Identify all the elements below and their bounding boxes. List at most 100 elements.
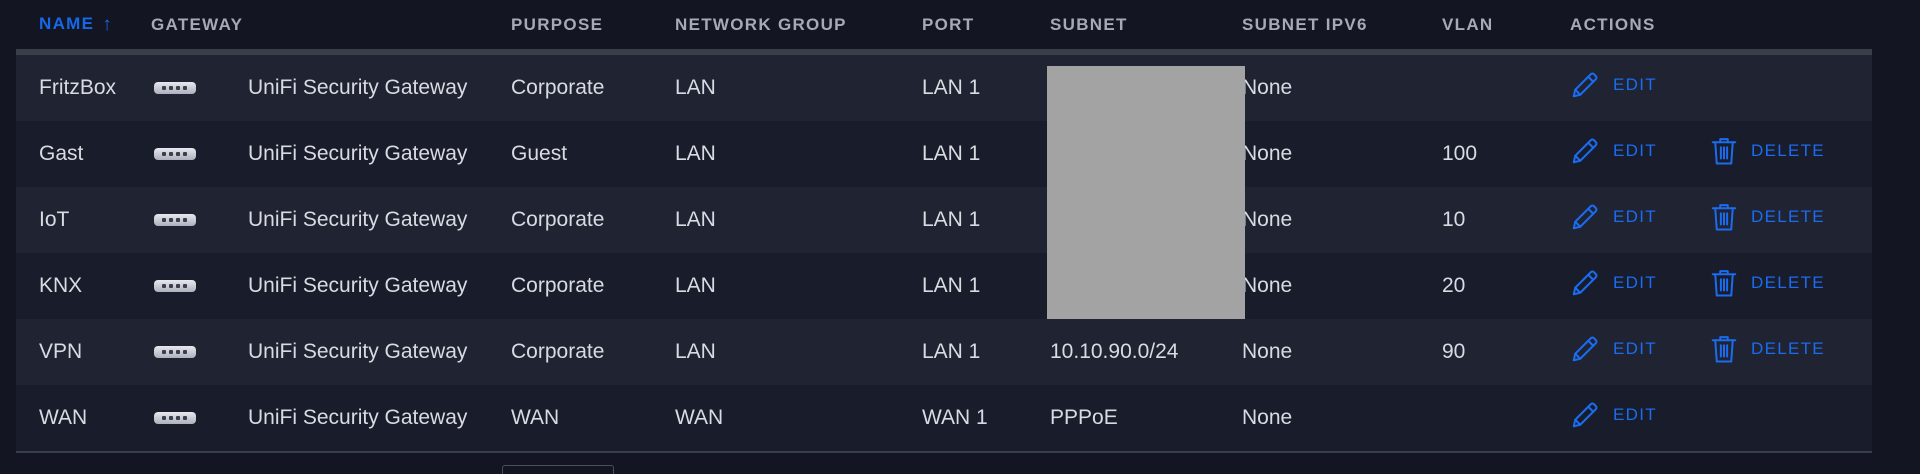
cell-vlan: 20 (1442, 253, 1570, 319)
column-header-port[interactable]: PORT (922, 0, 1050, 55)
cell-name: KNX (16, 253, 151, 319)
gateway-label: UniFi Security Gateway (248, 76, 468, 100)
trash-icon (1710, 136, 1738, 166)
cell-actions: EDIT DELETE (1570, 253, 1872, 319)
cell-vlan (1442, 52, 1570, 121)
cell-vlan: 10 (1442, 187, 1570, 253)
subnet-redaction-block (1047, 66, 1245, 319)
column-header-vlan[interactable]: VLAN (1442, 0, 1570, 55)
pencil-icon (1570, 70, 1600, 100)
cell-purpose: Guest (511, 121, 675, 187)
column-header-subnet-ipv6-label: SUBNET IPV6 (1242, 14, 1368, 34)
pencil-icon (1570, 136, 1600, 166)
pencil-icon (1570, 202, 1600, 232)
edit-button[interactable]: EDIT (1570, 202, 1657, 232)
table-row[interactable]: WAN UniFi Security Gateway WAN WAN WAN 1 PPPo… (16, 385, 1872, 453)
cell-actions: EDIT DELETE (1570, 319, 1872, 385)
cell-network-group: LAN (675, 319, 922, 385)
column-header-actions: ACTIONS (1570, 0, 1872, 55)
edit-button[interactable]: EDIT (1570, 268, 1657, 298)
column-header-network-group[interactable]: NETWORK GROUP (675, 0, 922, 55)
column-header-vlan-label: VLAN (1442, 14, 1494, 34)
cell-actions: EDIT (1570, 52, 1872, 121)
cell-actions: EDIT (1570, 385, 1872, 453)
cell-network-group: LAN (675, 253, 922, 319)
cell-gateway: UniFi Security Gateway (151, 121, 511, 187)
column-header-purpose-label: PURPOSE (511, 14, 604, 34)
cell-name: WAN (16, 385, 151, 453)
edit-button-label: EDIT (1613, 141, 1657, 160)
table-header-row: NAME ↑ GATEWAY PURPOSE NETWORK GROUP PORT… (16, 0, 1872, 55)
column-header-name[interactable]: NAME ↑ (16, 0, 151, 55)
cell-name: Gast (16, 121, 151, 187)
table-row[interactable]: IoT UniFi Security Gateway Corporate LAN LAN… (16, 187, 1872, 253)
cell-purpose: WAN (511, 385, 675, 453)
cell-subnet-ipv6: None (1242, 121, 1442, 187)
delete-button[interactable]: DELETE (1710, 136, 1825, 166)
delete-button-label: DELETE (1751, 339, 1825, 358)
trash-icon (1710, 334, 1738, 364)
cell-actions: EDIT DELETE (1570, 121, 1872, 187)
delete-button[interactable]: DELETE (1710, 268, 1825, 298)
column-header-subnet-label: SUBNET (1050, 14, 1128, 34)
edit-button[interactable]: EDIT (1570, 70, 1657, 100)
cell-vlan: 100 (1442, 121, 1570, 187)
cell-network-group: WAN (675, 385, 922, 453)
cell-subnet: PPPoE (1050, 385, 1242, 453)
delete-button[interactable]: DELETE (1710, 202, 1825, 232)
edit-button-label: EDIT (1613, 273, 1657, 292)
cell-port: LAN 1 (922, 121, 1050, 187)
cell-vlan: 90 (1442, 319, 1570, 385)
column-header-subnet[interactable]: SUBNET (1050, 0, 1242, 55)
cell-network-group: LAN (675, 121, 922, 187)
gateway-label: UniFi Security Gateway (248, 340, 468, 364)
cell-name: FritzBox (16, 52, 151, 121)
networks-table-container: NAME ↑ GATEWAY PURPOSE NETWORK GROUP PORT… (16, 0, 1872, 453)
table-row[interactable]: VPN UniFi Security Gateway Corporate LAN LAN… (16, 319, 1872, 385)
edit-button-label: EDIT (1613, 75, 1657, 94)
networks-table: NAME ↑ GATEWAY PURPOSE NETWORK GROUP PORT… (16, 0, 1872, 453)
cell-gateway: UniFi Security Gateway (151, 253, 511, 319)
pencil-icon (1570, 268, 1600, 298)
pencil-icon (1570, 400, 1600, 430)
gateway-device-icon (154, 82, 196, 95)
gateway-device-icon (154, 214, 196, 227)
delete-button[interactable]: DELETE (1710, 334, 1825, 364)
edit-button-label: EDIT (1613, 405, 1657, 424)
cell-subnet-ipv6: None (1242, 52, 1442, 121)
column-header-network-group-label: NETWORK GROUP (675, 14, 847, 34)
cell-port: LAN 1 (922, 319, 1050, 385)
cell-subnet-ipv6: None (1242, 319, 1442, 385)
cell-network-group: LAN (675, 187, 922, 253)
cell-actions: EDIT DELETE (1570, 187, 1872, 253)
table-row[interactable]: FritzBox UniFi Security Gateway Corporate L… (16, 52, 1872, 121)
cell-purpose: Corporate (511, 253, 675, 319)
edit-button-label: EDIT (1613, 339, 1657, 358)
trash-icon (1710, 268, 1738, 298)
column-header-purpose[interactable]: PURPOSE (511, 0, 675, 55)
edit-button[interactable]: EDIT (1570, 334, 1657, 364)
column-header-gateway-label: GATEWAY (151, 14, 244, 34)
cell-gateway: UniFi Security Gateway (151, 385, 511, 453)
cell-purpose: Corporate (511, 187, 675, 253)
cell-vlan (1442, 385, 1570, 453)
cell-port: LAN 1 (922, 253, 1050, 319)
gateway-device-icon (154, 412, 196, 425)
cell-subnet-ipv6: None (1242, 385, 1442, 453)
edit-button[interactable]: EDIT (1570, 400, 1657, 430)
cell-subnet-ipv6: None (1242, 253, 1442, 319)
delete-button-label: DELETE (1751, 207, 1825, 226)
column-header-gateway[interactable]: GATEWAY (151, 0, 511, 55)
gateway-label: UniFi Security Gateway (248, 274, 468, 298)
column-header-actions-label: ACTIONS (1570, 14, 1656, 34)
cell-name: VPN (16, 319, 151, 385)
table-row[interactable]: KNX UniFi Security Gateway Corporate LAN LAN… (16, 253, 1872, 319)
sort-ascending-arrow-icon: ↑ (102, 13, 114, 35)
cell-gateway: UniFi Security Gateway (151, 187, 511, 253)
column-header-subnet-ipv6[interactable]: SUBNET IPV6 (1242, 0, 1442, 55)
cell-port: LAN 1 (922, 52, 1050, 121)
gateway-label: UniFi Security Gateway (248, 406, 468, 430)
delete-button-label: DELETE (1751, 141, 1825, 160)
table-row[interactable]: Gast UniFi Security Gateway Guest LAN LAN 1 N… (16, 121, 1872, 187)
edit-button[interactable]: EDIT (1570, 136, 1657, 166)
